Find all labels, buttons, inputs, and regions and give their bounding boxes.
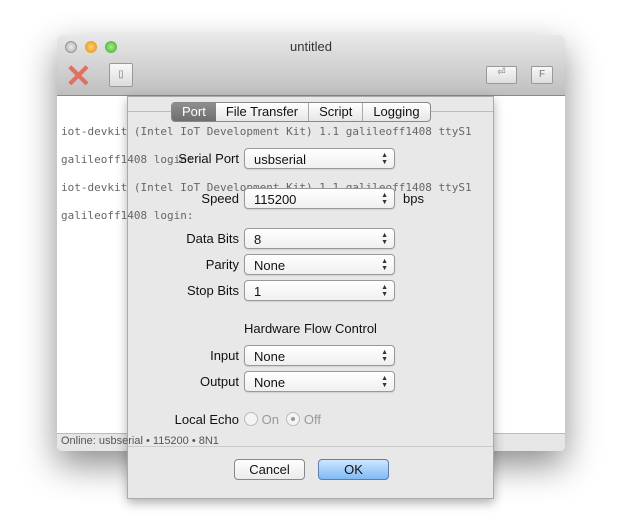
local-echo-label: Local Echo — [174, 412, 239, 427]
updown-icon: ▲ ▼ — [381, 349, 388, 363]
flow-control-heading: Hardware Flow Control — [244, 321, 377, 336]
tab-bar: Port File Transfer Script Logging — [171, 102, 431, 122]
switch-icon[interactable]: ▯ — [109, 63, 133, 87]
terminal-output[interactable]: iot-devkit (Intel IoT Development Kit) 1… — [61, 125, 472, 237]
parity-value: None — [254, 258, 286, 273]
output-value: None — [254, 375, 286, 390]
tab-file-transfer[interactable]: File Transfer — [216, 103, 308, 121]
updown-icon: ▲ ▼ — [381, 258, 388, 272]
stop-bits-value: 1 — [254, 284, 262, 299]
tab-logging[interactable]: Logging — [362, 103, 429, 121]
local-echo-on-label: On — [261, 412, 279, 427]
serial-port-value: usbserial — [254, 152, 307, 167]
status-text: Online: usbserial • 115200 • 8N1 — [61, 435, 219, 447]
title-bar: untitled ✕ ▯ ⏎ F — [57, 35, 565, 96]
input-select[interactable]: None ▲ ▼ — [244, 345, 395, 366]
data-bits-label: Data Bits — [186, 231, 239, 246]
serial-port-select[interactable]: usbserial ▲ ▼ — [244, 148, 395, 169]
updown-icon: ▲ ▼ — [381, 232, 388, 246]
tab-port[interactable]: Port — [172, 103, 216, 121]
tab-script[interactable]: Script — [308, 103, 362, 121]
return-button[interactable]: ⏎ — [486, 66, 517, 84]
output-label: Output — [199, 374, 239, 389]
stop-bits-label: Stop Bits — [186, 283, 239, 298]
speed-unit: bps — [403, 191, 424, 206]
updown-icon: ▲ ▼ — [381, 152, 388, 166]
parity-select[interactable]: None ▲ ▼ — [244, 254, 395, 275]
disconnect-icon[interactable]: ✕ — [65, 60, 92, 92]
input-value: None — [254, 349, 286, 364]
data-bits-value: 8 — [254, 232, 262, 247]
data-bits-select[interactable]: 8 ▲ ▼ — [244, 228, 395, 249]
speed-value: 115200 — [254, 192, 297, 207]
speed-label: Speed — [201, 191, 239, 206]
updown-icon: ▲ ▼ — [381, 375, 388, 389]
stop-bits-select[interactable]: 1 ▲ ▼ — [244, 280, 395, 301]
speed-select[interactable]: 115200 ▲ ▼ — [244, 188, 395, 209]
ok-button[interactable]: OK — [318, 459, 389, 480]
local-echo-off-radio[interactable] — [286, 412, 301, 426]
updown-icon: ▲ ▼ — [381, 192, 388, 206]
output-select[interactable]: None ▲ ▼ — [244, 371, 395, 392]
parity-label: Parity — [205, 257, 239, 272]
local-echo-off-label: Off — [303, 412, 321, 427]
updown-icon: ▲ ▼ — [381, 284, 388, 298]
serial-port-label: Serial Port — [178, 151, 239, 166]
input-label: Input — [210, 348, 239, 363]
window-title: untitled — [290, 39, 332, 54]
f-button[interactable]: F — [531, 66, 553, 84]
cancel-button[interactable]: Cancel — [234, 459, 305, 480]
local-echo-on-radio[interactable] — [244, 412, 258, 426]
